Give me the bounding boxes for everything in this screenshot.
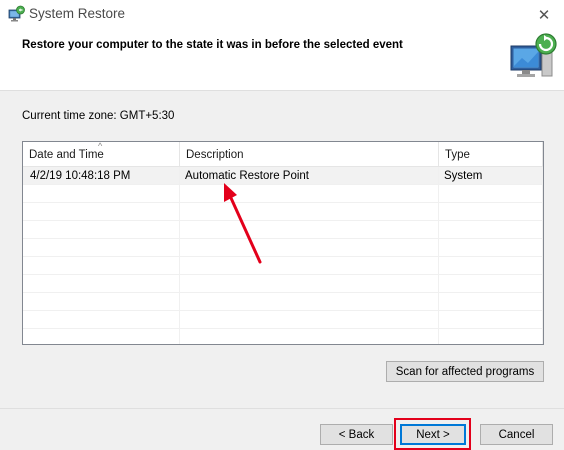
footer-divider <box>0 408 564 409</box>
empty-cell <box>180 311 439 329</box>
close-button[interactable]: ✕ <box>524 0 564 29</box>
table-row[interactable]: 4/2/19 10:48:18 PM Automatic Restore Poi… <box>23 167 543 185</box>
header-panel: Restore your computer to the state it wa… <box>0 29 564 91</box>
empty-cell <box>180 221 439 239</box>
empty-cell <box>23 275 180 293</box>
empty-cell <box>180 293 439 311</box>
cancel-button[interactable]: Cancel <box>480 424 553 445</box>
empty-cell <box>439 311 543 329</box>
column-header-description[interactable]: Description <box>180 142 439 167</box>
empty-cell <box>180 329 439 344</box>
empty-cell <box>23 221 180 239</box>
empty-cell <box>439 185 543 203</box>
empty-table-row <box>23 275 543 293</box>
sort-ascending-icon: ^ <box>98 141 103 151</box>
empty-cell <box>180 185 439 203</box>
empty-cell <box>439 203 543 221</box>
empty-cell <box>23 329 180 344</box>
empty-cell <box>180 203 439 221</box>
empty-cell <box>439 293 543 311</box>
empty-cell <box>439 221 543 239</box>
restore-points-table: Date and Time ^ Description Type 4/2/19 … <box>22 141 544 345</box>
empty-cell <box>180 275 439 293</box>
empty-cell <box>23 257 180 275</box>
empty-table-row <box>23 293 543 311</box>
empty-table-row <box>23 185 543 203</box>
scan-affected-programs-button[interactable]: Scan for affected programs <box>386 361 544 382</box>
cell-date-time: 4/2/19 10:48:18 PM <box>23 167 180 185</box>
empty-cell <box>439 275 543 293</box>
empty-cell <box>439 257 543 275</box>
table-body: 4/2/19 10:48:18 PM Automatic Restore Poi… <box>23 167 543 344</box>
empty-cell <box>180 257 439 275</box>
title-bar: System Restore ✕ <box>0 0 564 29</box>
empty-cell <box>23 203 180 221</box>
empty-cell <box>439 239 543 257</box>
table-header: Date and Time ^ Description Type <box>23 142 543 167</box>
system-restore-computer-icon <box>510 33 557 77</box>
close-icon: ✕ <box>537 6 551 24</box>
empty-table-row <box>23 221 543 239</box>
column-header-type[interactable]: Type <box>439 142 543 167</box>
empty-table-row <box>23 257 543 275</box>
timezone-label: Current time zone: GMT+5:30 <box>22 110 175 122</box>
empty-cell <box>23 239 180 257</box>
empty-cell <box>23 185 180 203</box>
next-button[interactable]: Next > <box>400 424 466 445</box>
empty-table-row <box>23 203 543 221</box>
empty-cell <box>23 293 180 311</box>
cell-description: Automatic Restore Point <box>180 167 439 185</box>
window-title: System Restore <box>29 6 126 21</box>
empty-table-row <box>23 311 543 329</box>
column-header-date-time[interactable]: Date and Time ^ <box>23 142 180 167</box>
back-button[interactable]: < Back <box>320 424 393 445</box>
cell-type: System <box>439 167 543 185</box>
page-heading: Restore your computer to the state it wa… <box>22 39 403 51</box>
empty-table-row <box>23 329 543 344</box>
empty-table-row <box>23 239 543 257</box>
empty-cell <box>180 239 439 257</box>
system-restore-icon <box>8 5 25 22</box>
empty-cell <box>439 329 543 344</box>
empty-cell <box>23 311 180 329</box>
system-restore-window: System Restore ✕ Restore your computer t… <box>0 0 564 450</box>
